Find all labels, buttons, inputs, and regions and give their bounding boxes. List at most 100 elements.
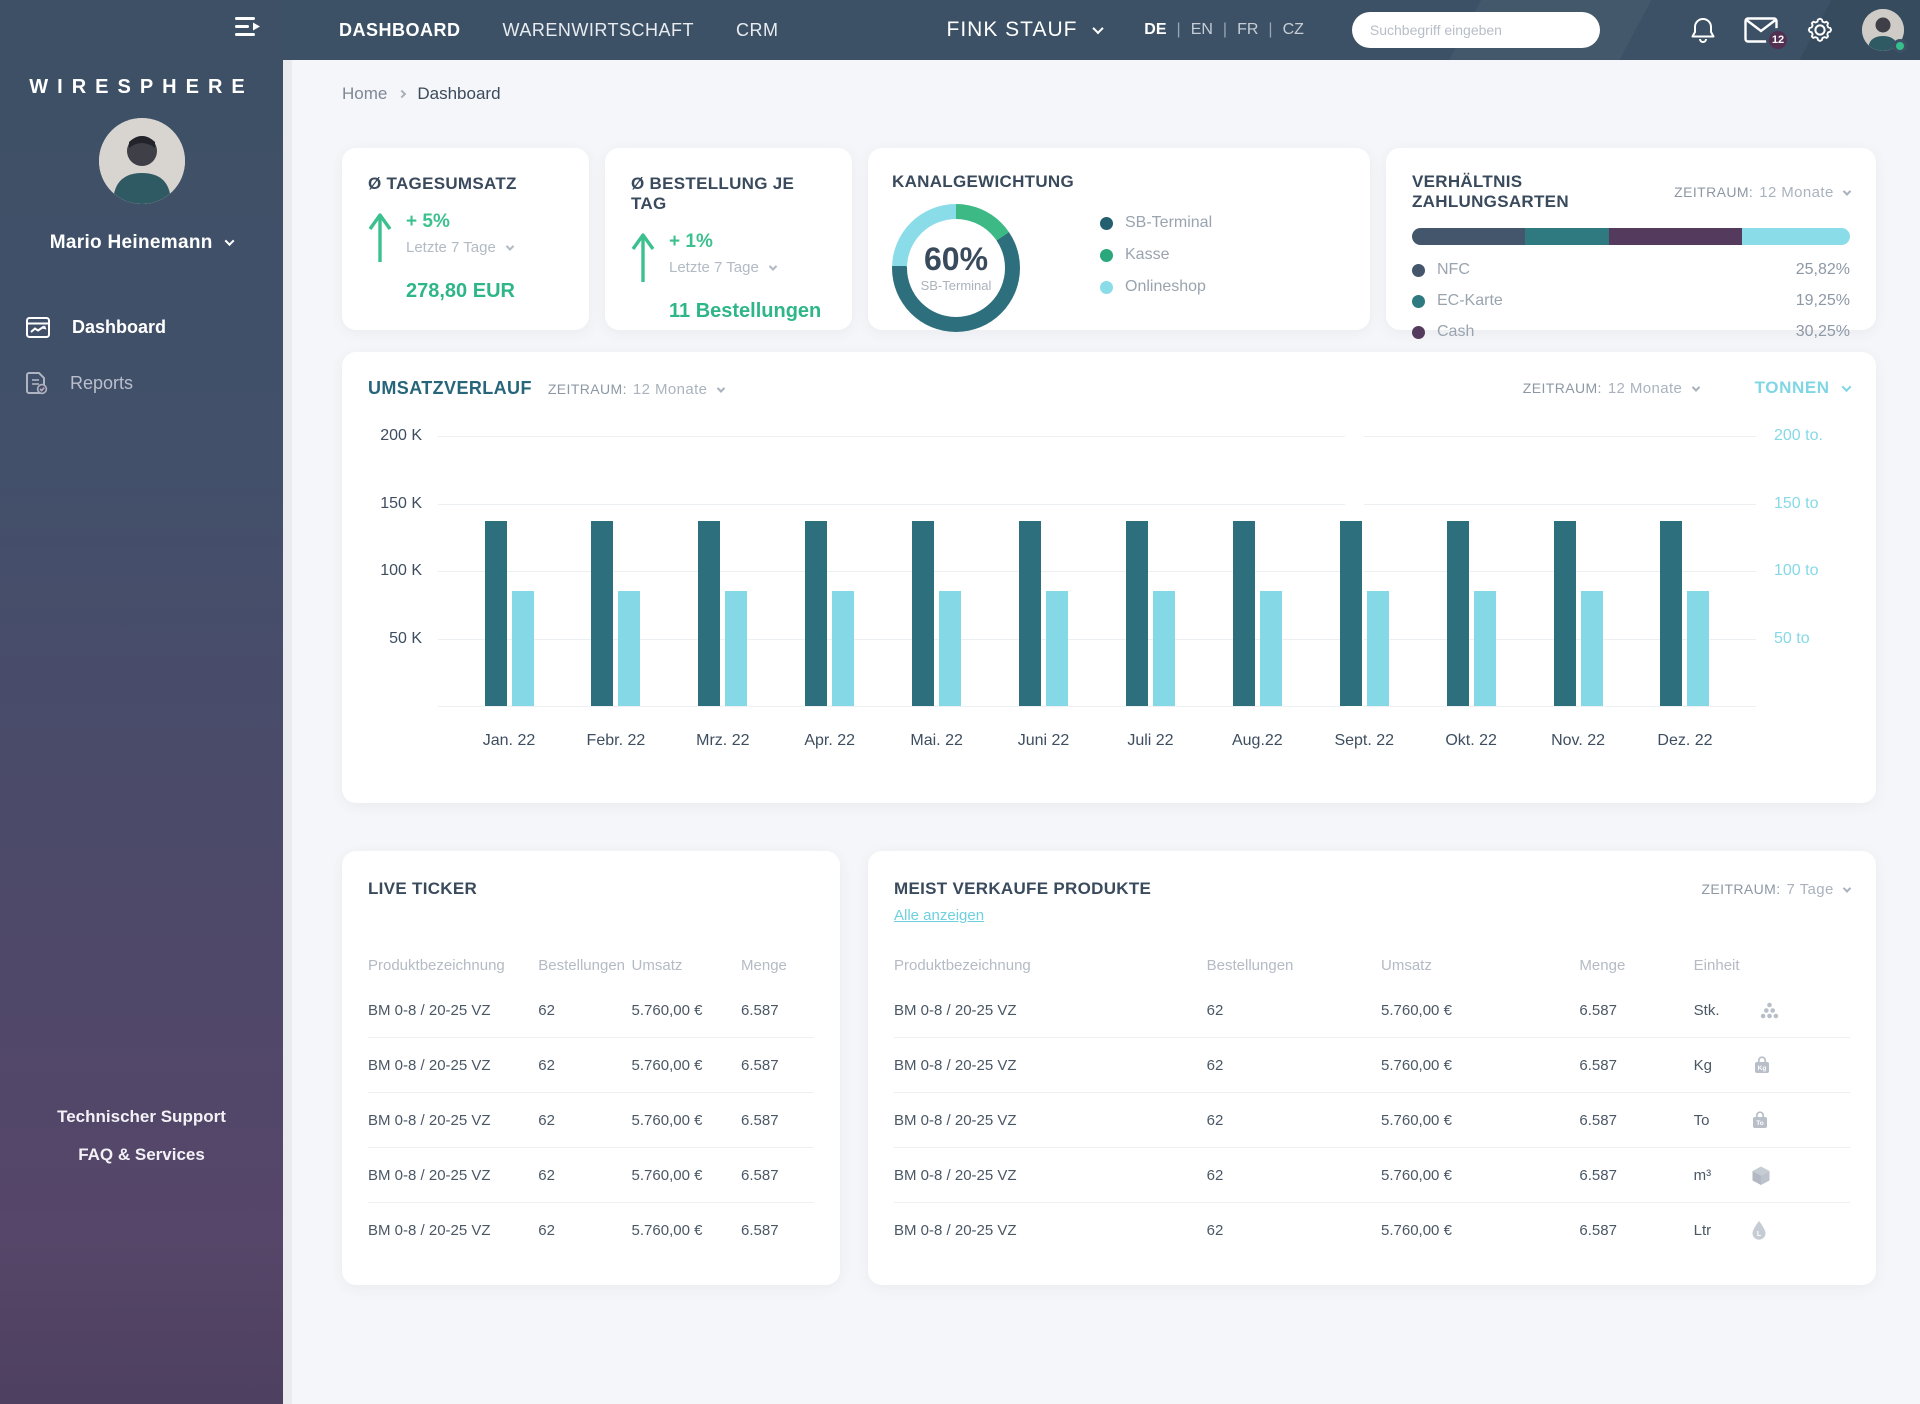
chevron-down-icon xyxy=(1842,382,1852,392)
nav-item-warenwirtschaft[interactable]: WARENWIRTSCHAFT xyxy=(503,20,695,41)
month-label: Mrz. 22 xyxy=(680,732,766,750)
language-en[interactable]: EN xyxy=(1191,21,1213,39)
table-cell: BM 0-8 / 20-25 VZ xyxy=(894,1222,1207,1239)
table-row[interactable]: BM 0-8 / 20-25 VZ625.760,00 €6.587LtrL xyxy=(894,1203,1850,1258)
table-row[interactable]: BM 0-8 / 20-25 VZ625.760,00 €6.587 xyxy=(368,1148,814,1203)
bar-group-juni-22 xyxy=(1001,436,1087,706)
table-cell: 62 xyxy=(1207,1057,1381,1074)
chevron-down-icon xyxy=(1843,885,1851,893)
language-de[interactable]: DE xyxy=(1144,21,1166,39)
bar-umsatz xyxy=(912,521,934,706)
dashboard-icon xyxy=(26,317,50,338)
table-cell: BM 0-8 / 20-25 VZ xyxy=(894,1112,1207,1129)
language-switcher: DE|EN|FR|CZ xyxy=(1144,21,1304,39)
bar-group-dez-22 xyxy=(1642,436,1728,706)
table-row[interactable]: BM 0-8 / 20-25 VZ625.760,00 €6.587 xyxy=(368,1203,814,1258)
bar-umsatz xyxy=(1233,521,1255,706)
y-tick-left: 50 K xyxy=(389,630,422,648)
breadcrumb-home[interactable]: Home xyxy=(342,84,387,104)
chevron-down-icon xyxy=(716,385,724,393)
unit-label: Stk. xyxy=(1694,1002,1720,1019)
card-title: Ø TAGESUMSATZ xyxy=(368,174,563,194)
stack-segment-nfc xyxy=(1412,228,1525,245)
unit-toggle[interactable]: TONNEN xyxy=(1755,378,1850,398)
language-fr[interactable]: FR xyxy=(1237,21,1258,39)
month-label: Dez. 22 xyxy=(1642,732,1728,750)
table-row[interactable]: BM 0-8 / 20-25 VZ625.760,00 €6.587 xyxy=(368,983,814,1038)
zeitraum-selector[interactable]: ZEITRAUM:7 Tage xyxy=(1701,881,1850,898)
stack-segment-ec-karte xyxy=(1525,228,1609,245)
table-row[interactable]: BM 0-8 / 20-25 VZ625.760,00 €6.587Stk. xyxy=(894,983,1850,1038)
sidebar: WIRESPHERE Mario Heinemann Dashboar xyxy=(0,0,283,1404)
table-cell-einheit: LtrL xyxy=(1694,1220,1850,1241)
support-link[interactable]: Technischer Support xyxy=(0,1098,283,1136)
user-menu[interactable]: Mario Heinemann xyxy=(0,232,283,254)
legend-label: SB-Terminal xyxy=(1125,214,1212,232)
bar-umsatz xyxy=(485,521,507,706)
table-cell-einheit: Stk. xyxy=(1694,1002,1850,1019)
sidebar-divider xyxy=(283,60,292,1404)
period-selector[interactable]: Letzte 7 Tage xyxy=(406,239,515,256)
period-selector[interactable]: Letzte 7 Tage xyxy=(669,259,821,276)
faq-link[interactable]: FAQ & Services xyxy=(0,1136,283,1174)
see-all-link[interactable]: Alle anzeigen xyxy=(894,907,984,924)
legend-label: NFC xyxy=(1437,261,1470,279)
bar-tonnen xyxy=(618,591,640,706)
table-cell: 62 xyxy=(538,1002,631,1019)
legend-dot xyxy=(1100,281,1113,294)
bar-tonnen xyxy=(1153,591,1175,706)
card-title: Ø BESTELLUNG JE TAG xyxy=(631,174,826,214)
bar-group-okt-22 xyxy=(1428,436,1514,706)
table-cell: 6.587 xyxy=(741,1167,814,1184)
sidebar-item-label: Dashboard xyxy=(72,317,166,338)
settings-button[interactable] xyxy=(1806,16,1834,44)
stack-segment-paypal xyxy=(1742,228,1850,245)
table-cell-einheit: To To xyxy=(1694,1110,1850,1130)
table-cell: 5.760,00 € xyxy=(632,1222,741,1239)
notifications-button[interactable] xyxy=(1690,16,1716,44)
nav-item-crm[interactable]: CRM xyxy=(736,20,779,41)
legend-label: Onlineshop xyxy=(1125,278,1206,296)
bar-group-aug-22 xyxy=(1214,436,1300,706)
weight-to-icon: To xyxy=(1750,1110,1770,1130)
card-title: KANALGEWICHTUNG xyxy=(892,172,1074,192)
search-input[interactable] xyxy=(1370,22,1582,38)
user-avatar[interactable] xyxy=(99,118,185,204)
language-cz[interactable]: CZ xyxy=(1283,21,1304,39)
table-row[interactable]: BM 0-8 / 20-25 VZ625.760,00 €6.587 xyxy=(368,1093,814,1148)
unit-label: To xyxy=(1694,1112,1710,1129)
month-label: Apr. 22 xyxy=(787,732,873,750)
messages-button[interactable]: 12 xyxy=(1744,17,1778,43)
arrow-up-icon xyxy=(368,212,392,264)
chart-title: UMSATZVERLAUF xyxy=(368,378,532,399)
table-body: BM 0-8 / 20-25 VZ625.760,00 €6.587BM 0-8… xyxy=(368,983,814,1258)
table-row[interactable]: BM 0-8 / 20-25 VZ625.760,00 €6.587 xyxy=(368,1038,814,1093)
bars-row xyxy=(438,436,1756,706)
company-selector[interactable]: FINK STAUF xyxy=(947,18,1103,42)
weight-kg-icon: Kg xyxy=(1752,1055,1772,1075)
sidebar-item-dashboard[interactable]: Dashboard xyxy=(0,300,283,355)
card-live-ticker: LIVE TICKER ProduktbezeichnungBestellung… xyxy=(342,851,840,1285)
card-umsatzverlauf: UMSATZVERLAUF ZEITRAUM:12 Monate ZEITRAU… xyxy=(342,352,1876,803)
zeitraum-selector[interactable]: ZEITRAUM:12 Monate xyxy=(548,381,724,398)
bar-group-nov-22 xyxy=(1535,436,1621,706)
table-cell: 5.760,00 € xyxy=(1381,1222,1579,1239)
language-separator: | xyxy=(1223,21,1227,39)
profile-button[interactable] xyxy=(1862,9,1904,51)
user-name: Mario Heinemann xyxy=(50,232,213,253)
bar-group-apr-22 xyxy=(787,436,873,706)
sidebar-item-reports[interactable]: Reports xyxy=(0,355,283,412)
table-row[interactable]: BM 0-8 / 20-25 VZ625.760,00 €6.587KgKg xyxy=(894,1038,1850,1093)
menu-toggle-icon[interactable] xyxy=(235,16,261,38)
bar-tonnen xyxy=(1260,591,1282,706)
chevron-down-icon xyxy=(1843,187,1851,195)
bar-umsatz xyxy=(1660,521,1682,706)
y-tick-left: 150 K xyxy=(380,495,422,513)
table-row[interactable]: BM 0-8 / 20-25 VZ625.760,00 €6.587m³ xyxy=(894,1148,1850,1203)
zeitraum-selector-right[interactable]: ZEITRAUM:12 Monate xyxy=(1523,380,1699,397)
nav-item-dashboard[interactable]: DASHBOARD xyxy=(339,20,461,41)
unit-label: Ltr xyxy=(1694,1222,1712,1239)
table-row[interactable]: BM 0-8 / 20-25 VZ625.760,00 €6.587ToTo xyxy=(894,1093,1850,1148)
zeitraum-selector[interactable]: ZEITRAUM:12 Monate xyxy=(1674,184,1850,201)
unit-label: m³ xyxy=(1694,1167,1712,1184)
